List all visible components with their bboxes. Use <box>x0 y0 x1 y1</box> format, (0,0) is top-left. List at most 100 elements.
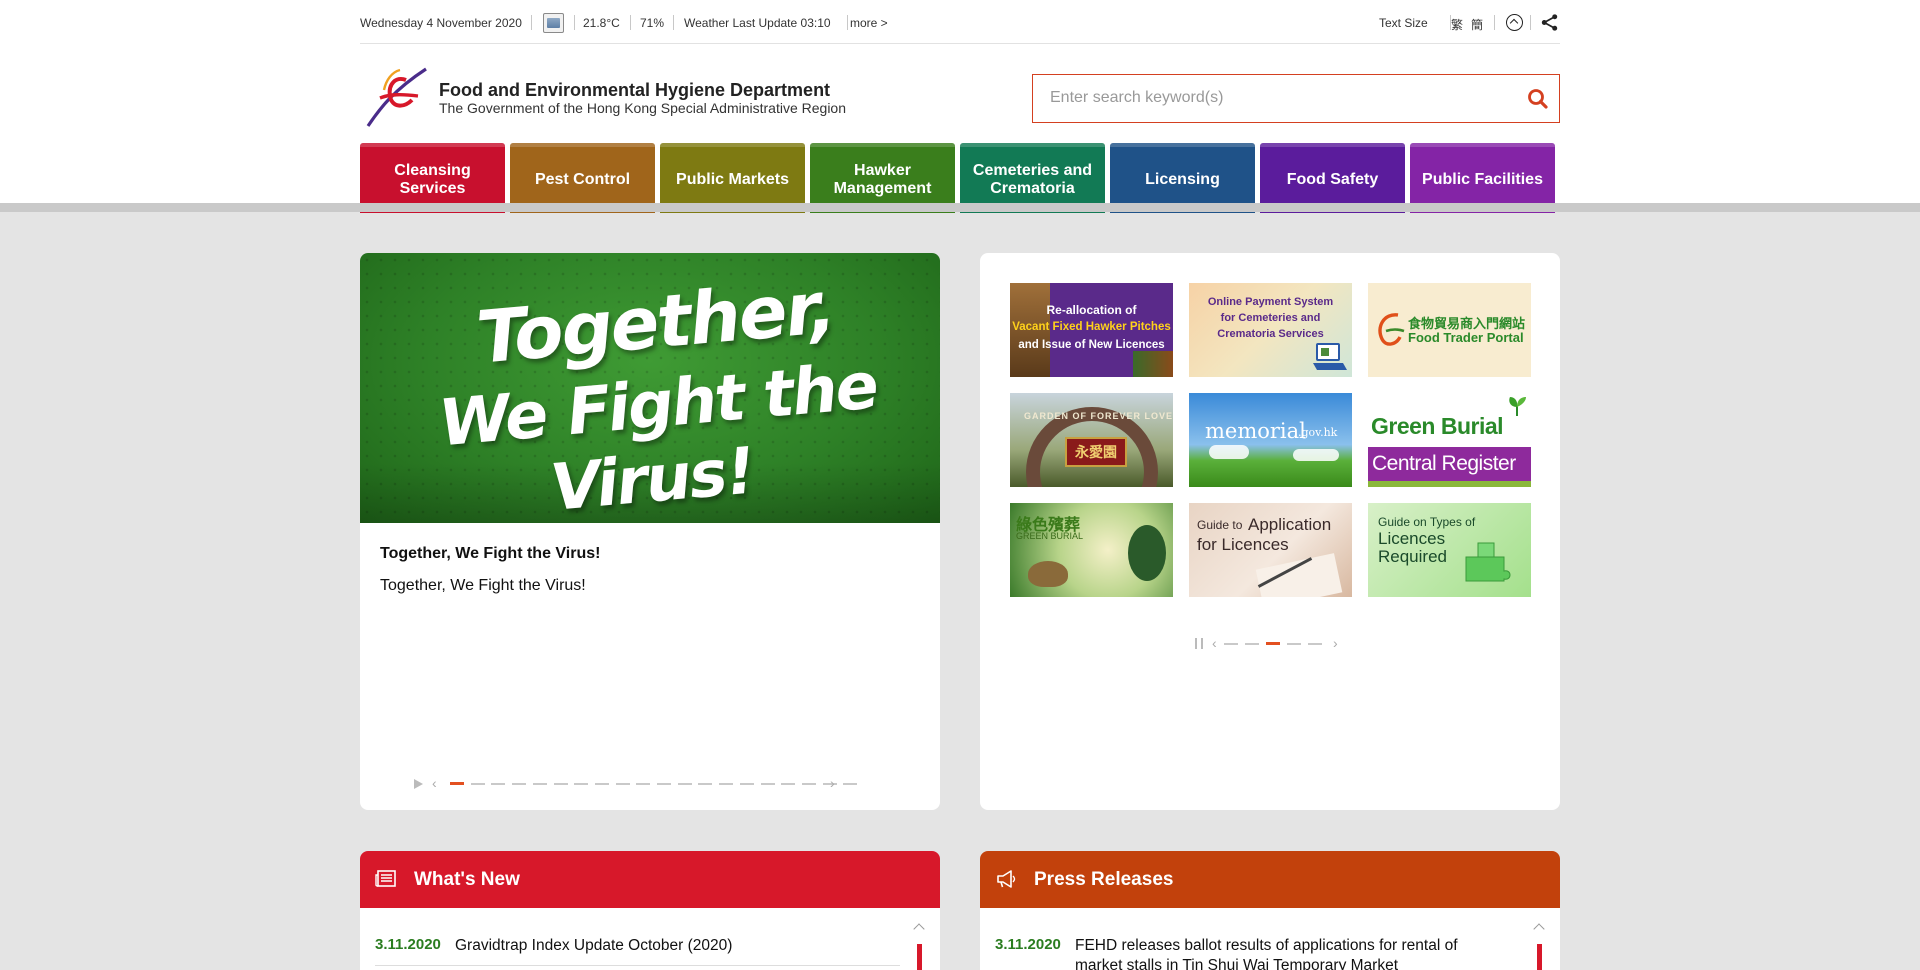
whats-new-panel: What's New 3.11.2020 Gravidtrap Index Up… <box>360 851 940 970</box>
tile-text: Green Burial <box>1371 413 1504 439</box>
weather-icon[interactable] <box>543 13 564 33</box>
tile-text: 永愛園 <box>1065 437 1127 467</box>
divider <box>531 15 532 30</box>
divider <box>1530 15 1531 30</box>
scrollbar-thumb[interactable] <box>917 944 922 970</box>
megaphone-icon <box>997 870 1016 888</box>
text-size-button[interactable]: Text Size <box>1379 16 1428 30</box>
pagination-dot[interactable] <box>1287 643 1301 645</box>
news-item-link[interactable]: FEHD releases ballot results of applicat… <box>1075 936 1495 970</box>
press-releases-title[interactable]: Press Releases <box>1034 869 1173 891</box>
tile-text: Crematoria Services <box>1217 328 1324 340</box>
banner-headline: Together, We Fight the Virus! <box>360 253 940 523</box>
tile-text: Food Trader Portal <box>1408 330 1524 345</box>
pagination-dot[interactable] <box>739 783 754 785</box>
hero-slide-title[interactable]: Together, We Fight the Virus! <box>380 545 600 563</box>
press-releases-panel: Press Releases 3.11.2020 FEHD releases b… <box>980 851 1560 970</box>
tile-text: Central Register <box>1372 452 1516 475</box>
hero-slide-description: Together, We Fight the Virus! <box>380 577 586 594</box>
cloud-shape <box>1209 445 1249 459</box>
divider <box>375 965 900 966</box>
pagination-dot[interactable] <box>781 783 796 785</box>
pagination-dot[interactable] <box>615 783 630 785</box>
pagination-dot[interactable] <box>1245 643 1259 645</box>
tile-online-payment[interactable]: Online Payment System for Cemeteries and… <box>1189 283 1352 377</box>
pagination-dot[interactable] <box>512 783 527 785</box>
pagination-dot[interactable] <box>532 783 547 785</box>
tile-garden-of-forever-love[interactable]: GARDEN OF FOREVER LOVE 永愛園 <box>1010 393 1173 487</box>
tile-guide-application-licences[interactable]: Guide to Application for Licences <box>1189 503 1352 597</box>
carousel-next-icon[interactable]: › <box>830 775 835 791</box>
lang-traditional-chinese-link[interactable]: 繁 <box>1451 16 1463 33</box>
tile-hawker-pitches[interactable]: Re-allocation of Vacant Fixed Hawker Pit… <box>1010 283 1173 377</box>
tile-text: memorial <box>1205 419 1306 443</box>
temperature: 21.8°C <box>583 16 620 30</box>
pagination-dot[interactable] <box>698 783 713 785</box>
tile-text: GARDEN OF FOREVER LOVE <box>1024 411 1173 421</box>
tile-green-burial-register[interactable]: Green Burial Central Register <box>1368 393 1531 487</box>
pagination-dot[interactable] <box>801 783 816 785</box>
play-icon[interactable] <box>414 779 423 789</box>
scroll-up-icon[interactable] <box>1533 923 1545 935</box>
leaf-icon <box>1509 397 1526 416</box>
carousel-prev-icon[interactable]: ‹ <box>432 775 437 791</box>
divider <box>574 15 575 30</box>
tile-memorial-gov[interactable]: memorial .gov.hk <box>1189 393 1352 487</box>
pagination-dot[interactable] <box>719 783 734 785</box>
pause-icon[interactable] <box>1195 638 1203 649</box>
news-item-link[interactable]: Gravidtrap Index Update October (2020) <box>455 936 875 956</box>
share-icon[interactable] <box>1540 13 1559 32</box>
humidity: 71% <box>640 16 665 30</box>
whats-new-title[interactable]: What's New <box>414 869 520 891</box>
pagination-dot[interactable] <box>636 783 651 785</box>
pagination-dot[interactable] <box>760 783 775 785</box>
top-utility-bar: Wednesday 4 November 2020 21.8°C 71% Wea… <box>360 0 1560 44</box>
pagination-dot[interactable] <box>1266 642 1280 645</box>
tile-food-trader-portal[interactable]: 食物貿易商入門網站 Food Trader Portal <box>1368 283 1531 377</box>
cloud-shape <box>1293 449 1339 461</box>
press-releases-header: Press Releases <box>980 851 1560 908</box>
pagination-dot[interactable] <box>677 783 692 785</box>
lang-simplified-chinese-link[interactable]: 簡 <box>1471 16 1483 33</box>
weather-more-link[interactable]: more > <box>850 16 888 30</box>
pagination-dot[interactable] <box>1308 643 1322 645</box>
search-input[interactable] <box>1033 75 1513 121</box>
divider <box>673 15 674 30</box>
pagination-dot[interactable] <box>553 783 568 785</box>
tree-shape <box>1128 525 1166 581</box>
department-subtitle: The Government of the Hong Kong Special … <box>439 100 847 116</box>
carousel-prev-icon[interactable]: ‹ <box>1212 635 1217 651</box>
tile-text: Licences <box>1378 529 1446 548</box>
urn-shape <box>1028 561 1068 587</box>
pagination-dot[interactable] <box>470 783 485 785</box>
tile-text: Guide on Types of <box>1378 515 1476 529</box>
tile-text: Required <box>1378 547 1447 566</box>
tile-text: Application <box>1248 515 1332 534</box>
tile-text: .gov.hk <box>1298 426 1338 439</box>
laptop-icon <box>1313 343 1347 370</box>
pagination-dot[interactable] <box>1224 643 1238 645</box>
tile-text: for Cemeteries and <box>1220 312 1321 324</box>
pagination-dot[interactable] <box>450 782 464 785</box>
fehd-emblem-icon <box>1378 313 1405 346</box>
paper-shape <box>1255 553 1343 597</box>
divider <box>630 15 631 30</box>
tile-guide-licences-required[interactable]: Guide on Types of Licences Required <box>1368 503 1531 597</box>
carousel-next-icon[interactable]: › <box>1333 635 1338 651</box>
department-name[interactable]: Food and Environmental Hygiene Departmen… <box>439 80 830 101</box>
pagination-dot[interactable] <box>491 783 506 785</box>
fehd-logo-icon[interactable] <box>360 64 436 128</box>
hero-banner-image[interactable]: Together, We Fight the Virus! <box>360 253 940 523</box>
tile-green-burial-chinese[interactable]: 綠色殯葬 GREEN BURIAL <box>1010 503 1173 597</box>
search-icon[interactable] <box>1525 86 1551 112</box>
scrollbar-thumb[interactable] <box>1537 944 1542 970</box>
tile-photo-strip <box>1133 351 1173 377</box>
back-to-top-icon[interactable] <box>1506 14 1523 31</box>
tile-text: Re-allocation of <box>1046 303 1137 317</box>
pagination-dot[interactable] <box>574 783 589 785</box>
scroll-up-icon[interactable] <box>913 923 925 935</box>
site-header: Wednesday 4 November 2020 21.8°C 71% Wea… <box>0 0 1920 213</box>
pagination-dot[interactable] <box>594 783 609 785</box>
pagination-dot[interactable] <box>843 783 858 785</box>
pagination-dot[interactable] <box>657 783 671 785</box>
